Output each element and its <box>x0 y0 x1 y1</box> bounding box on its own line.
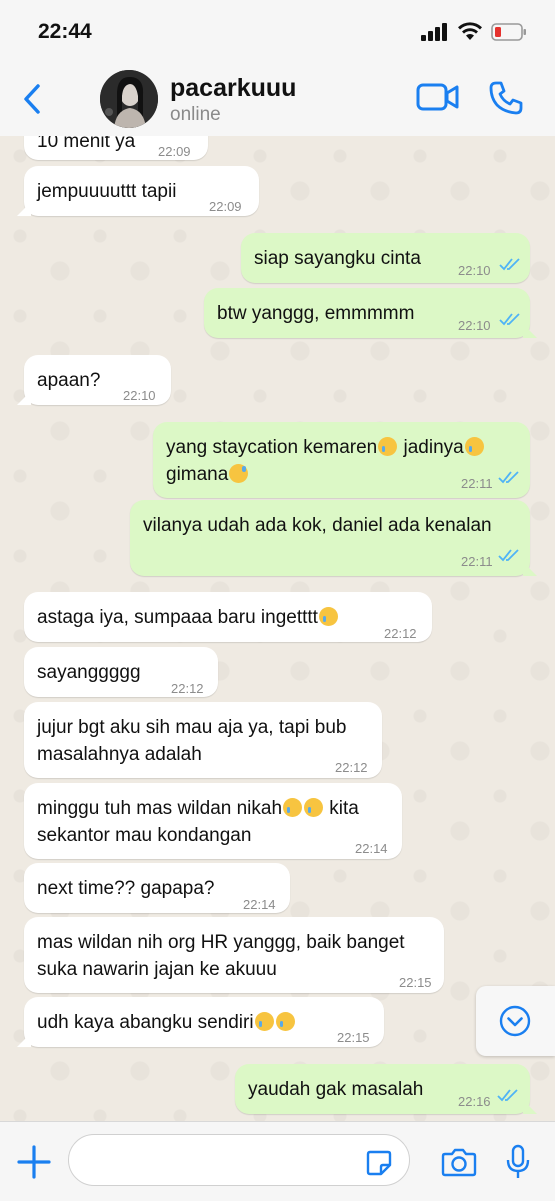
message-text: siap sayangku cinta <box>254 248 421 269</box>
message-text-part: minggu tuh mas wildan nikah <box>37 798 283 819</box>
message-text-line: mas wildan nih org HR yanggg, baik bange… <box>37 932 405 953</box>
message-incoming[interactable]: astaga iya, sumpaaa baru ingetttt 22:12 <box>24 592 432 642</box>
message-text: udh kaya abangku sendiri <box>37 1009 296 1036</box>
microphone-icon[interactable] <box>505 1144 531 1180</box>
message-text-part: udh kaya abangku sendiri <box>37 1012 254 1033</box>
message-incoming[interactable]: jempuuuuttt tapii 22:09 <box>24 166 259 216</box>
message-text: vilanya udah ada kok, daniel ada kenalan <box>143 515 492 536</box>
message-time: 22:11 <box>461 554 493 569</box>
message-text: astaga iya, sumpaaa baru ingetttt <box>37 604 339 631</box>
contact-name[interactable]: pacarkuuu <box>170 74 296 103</box>
message-text: mas wildan nih org HR yanggg, baik bange… <box>37 929 405 983</box>
battery-low-icon <box>491 22 526 41</box>
message-time: 22:12 <box>335 760 368 775</box>
message-outgoing[interactable]: yang staycation kemaren jadinya gimana 2… <box>153 422 530 498</box>
message-time: 22:15 <box>337 1030 370 1045</box>
message-time: 22:11 <box>461 476 493 491</box>
message-text-line: sekantor mau kondangan <box>37 825 252 846</box>
crying-face-emoji-icon <box>254 1012 274 1031</box>
message-text: yaudah gak masalah <box>248 1079 424 1100</box>
message-text-line: jujur bgt aku sih mau aja ya, tapi bub <box>37 717 347 738</box>
loudly-crying-emoji-icon <box>304 798 324 817</box>
message-time: 22:15 <box>399 975 432 990</box>
signal-icon <box>421 22 447 41</box>
message-incoming[interactable]: next time?? gapapa? 22:14 <box>24 863 290 913</box>
wifi-icon <box>458 22 482 40</box>
loudly-crying-emoji-icon <box>318 607 338 626</box>
chat-area[interactable]: 10 menit ya 22:09 jempuuuuttt tapii 22:0… <box>0 136 555 1121</box>
status-icons <box>421 22 527 41</box>
message-text: 10 menit ya <box>37 136 136 152</box>
read-ticks-icon <box>499 258 520 271</box>
avatar-photo <box>100 70 158 128</box>
crying-face-emoji-icon <box>378 437 398 456</box>
camera-icon[interactable] <box>441 1147 477 1177</box>
message-time: 22:12 <box>171 681 204 696</box>
message-incoming[interactable]: sayanggggg 22:12 <box>24 647 218 697</box>
status-bar: 22:44 <box>0 0 555 62</box>
scroll-to-bottom-button[interactable] <box>476 986 555 1056</box>
message-text-line: suka nawarin jajan ke akuuu <box>37 959 277 980</box>
plus-icon[interactable] <box>16 1144 52 1180</box>
crying-face-emoji-icon <box>275 1012 295 1031</box>
sticker-icon[interactable] <box>365 1149 393 1177</box>
read-ticks-icon <box>498 471 519 484</box>
loudly-crying-emoji-icon <box>283 798 303 817</box>
message-incoming[interactable]: mas wildan nih org HR yanggg, baik bange… <box>24 917 444 993</box>
message-outgoing[interactable]: btw yanggg, emmmmm 22:10 <box>204 288 530 338</box>
message-outgoing[interactable]: vilanya udah ada kok, daniel ada kenalan… <box>130 500 530 576</box>
chat-header: pacarkuuu online <box>0 62 555 137</box>
read-ticks-icon <box>497 1089 518 1102</box>
message-text: sayanggggg <box>37 662 141 683</box>
message-time: 22:10 <box>123 388 156 403</box>
message-time: 22:14 <box>243 897 276 912</box>
message-text-part: kita <box>324 798 359 819</box>
message-time: 22:09 <box>209 199 242 214</box>
read-ticks-icon <box>498 549 519 562</box>
back-chevron-icon[interactable] <box>20 82 44 116</box>
contact-status: online <box>170 104 221 125</box>
message-incoming[interactable]: apaan? 22:10 <box>24 355 171 405</box>
message-input[interactable] <box>68 1134 410 1186</box>
message-time: 22:14 <box>355 841 388 856</box>
contact-avatar[interactable] <box>100 70 158 128</box>
status-time: 22:44 <box>38 20 92 43</box>
message-time: 22:16 <box>458 1094 491 1109</box>
message-time: 22:09 <box>158 144 191 159</box>
composer-bar <box>0 1121 555 1201</box>
message-text-part: yang staycation kemaren <box>166 437 378 458</box>
message-time: 22:10 <box>458 318 491 333</box>
message-text: apaan? <box>37 370 101 391</box>
read-ticks-icon <box>499 313 520 326</box>
message-incoming[interactable]: 10 menit ya 22:09 <box>24 136 208 160</box>
video-call-icon[interactable] <box>416 82 460 112</box>
message-outgoing[interactable]: siap sayangku cinta 22:10 <box>241 233 530 283</box>
message-incoming[interactable]: minggu tuh mas wildan nikah kita sekanto… <box>24 783 402 859</box>
message-incoming[interactable]: udh kaya abangku sendiri 22:15 <box>24 997 384 1047</box>
message-text-line: masalahnya adalah <box>37 744 202 765</box>
crying-face-emoji-icon <box>464 437 484 456</box>
message-text-part: gimana <box>166 464 229 485</box>
message-time: 22:10 <box>458 263 491 278</box>
message-text: jempuuuuttt tapii <box>37 181 177 202</box>
message-outgoing[interactable]: yaudah gak masalah 22:16 <box>235 1064 530 1114</box>
grinning-sweat-emoji-icon <box>229 464 249 483</box>
message-text: next time?? gapapa? <box>37 878 215 899</box>
message-text: minggu tuh mas wildan nikah kita sekanto… <box>37 795 359 849</box>
message-text-part: astaga iya, sumpaaa baru ingetttt <box>37 607 318 628</box>
message-incoming[interactable]: jujur bgt aku sih mau aja ya, tapi bub m… <box>24 702 382 778</box>
message-text: btw yanggg, emmmmm <box>217 303 415 324</box>
message-text: jujur bgt aku sih mau aja ya, tapi bub m… <box>37 714 346 768</box>
message-time: 22:12 <box>384 626 417 641</box>
phone-call-icon[interactable] <box>488 80 524 116</box>
message-text-part: jadinya <box>398 437 464 458</box>
chevron-down-circle-icon <box>499 1005 531 1037</box>
